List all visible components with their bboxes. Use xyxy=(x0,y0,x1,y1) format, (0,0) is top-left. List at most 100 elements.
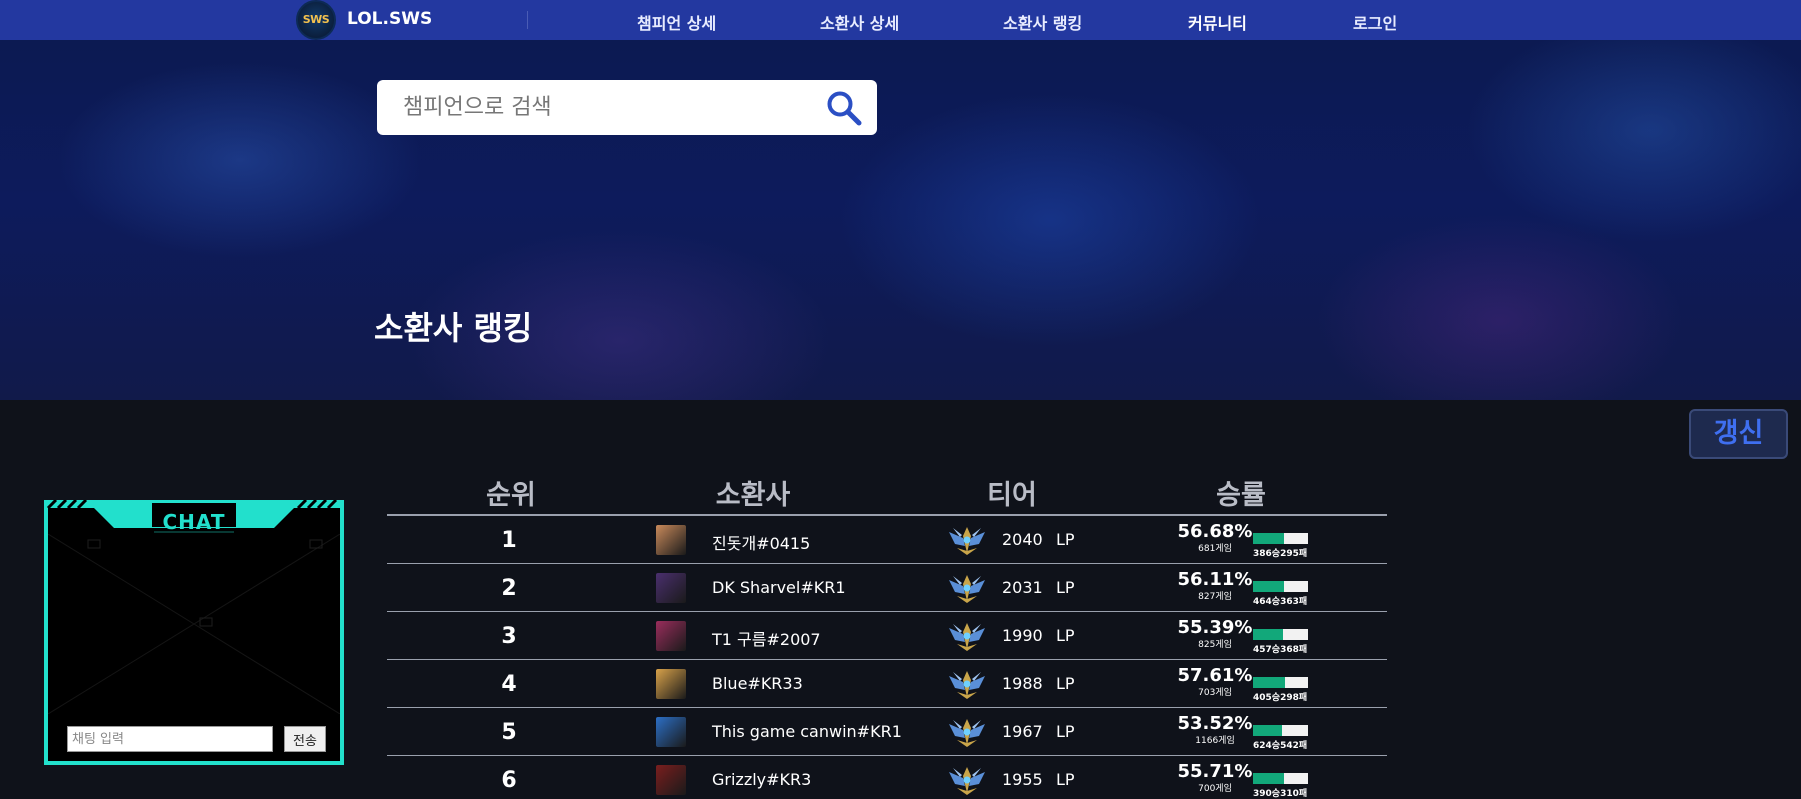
summoner-avatar[interactable] xyxy=(656,765,686,795)
games-played: 681게임 xyxy=(1198,544,1232,554)
winrate-bar-fill xyxy=(1253,533,1285,544)
winrate-block: 55.71% 700게임 xyxy=(1175,761,1255,795)
winrate-percent: 53.52% xyxy=(1177,713,1253,734)
winrate-bar xyxy=(1253,581,1308,592)
winrate-bar xyxy=(1253,629,1308,640)
winrate-bar xyxy=(1253,677,1308,688)
summoner-name[interactable]: This game canwin#KR1 xyxy=(712,722,902,741)
challenger-tier-icon xyxy=(949,767,985,795)
summoner-name[interactable]: DK Sharvel#KR1 xyxy=(712,578,846,597)
logo-icon[interactable]: SWS xyxy=(296,0,336,40)
nav-item-summoner-detail[interactable]: 소환사 상세 xyxy=(820,10,899,34)
winrate-bar-fill xyxy=(1253,725,1283,736)
lp-value: 1967 xyxy=(1002,722,1043,741)
win-loss-record: 457승368패 xyxy=(1253,645,1308,655)
games-played: 827게임 xyxy=(1198,592,1232,602)
winrate-block: 56.68% 681게임 xyxy=(1175,521,1255,555)
table-row[interactable]: 6 Grizzly#KR3 1955 LP 55.71% 700게임 390승3… xyxy=(387,756,1387,799)
winrate-percent: 56.11% xyxy=(1177,569,1253,590)
lp-value: 1988 xyxy=(1002,674,1043,693)
games-played: 703게임 xyxy=(1198,688,1232,698)
hero-banner: 소환사 랭킹 xyxy=(0,40,1801,400)
column-header-summoner: 소환사 xyxy=(715,480,791,511)
rank-number: 5 xyxy=(501,720,517,745)
winrate-percent: 56.68% xyxy=(1177,521,1253,542)
table-body: 1 진돗개#0415 2040 LP 56.68% 681게임 386승295패… xyxy=(387,516,1387,799)
summoner-avatar[interactable] xyxy=(656,717,686,747)
lp-unit: LP xyxy=(1056,674,1075,693)
rank-number: 2 xyxy=(501,576,517,601)
nav-item-champion-detail[interactable]: 챔피언 상세 xyxy=(637,10,716,34)
challenger-tier-icon xyxy=(949,527,985,555)
lp-unit: LP xyxy=(1056,578,1075,597)
winrate-percent: 55.39% xyxy=(1177,617,1253,638)
winrate-bar-fill xyxy=(1253,773,1284,784)
summoner-avatar[interactable] xyxy=(656,525,686,555)
table-header: 순위 소환사 티어 승률 xyxy=(387,465,1387,516)
search-box xyxy=(377,80,877,135)
win-loss-record: 386승295패 xyxy=(1253,549,1308,559)
chat-background-pattern xyxy=(48,534,340,714)
challenger-tier-icon xyxy=(949,575,985,603)
rank-number: 6 xyxy=(501,768,517,793)
lp-unit: LP xyxy=(1056,770,1075,789)
winrate-percent: 55.71% xyxy=(1177,761,1253,782)
winrate-block: 53.52% 1166게임 xyxy=(1175,713,1255,747)
summoner-avatar[interactable] xyxy=(656,621,686,651)
games-played: 700게임 xyxy=(1198,784,1232,794)
winrate-bar-fill xyxy=(1253,581,1284,592)
challenger-tier-icon xyxy=(949,671,985,699)
winrate-block: 56.11% 827게임 xyxy=(1175,569,1255,603)
table-row[interactable]: 2 DK Sharvel#KR1 2031 LP 56.11% 827게임 46… xyxy=(387,564,1387,612)
winrate-bar xyxy=(1253,725,1308,736)
summoner-name[interactable]: 진돗개#0415 xyxy=(712,530,810,554)
table-row[interactable]: 4 Blue#KR33 1988 LP 57.61% 703게임 405승298… xyxy=(387,660,1387,708)
chat-input[interactable] xyxy=(67,726,273,752)
ranking-table: 순위 소환사 티어 승률 1 진돗개#0415 2040 LP 56.68% 6… xyxy=(387,465,1387,799)
nav-divider xyxy=(527,11,528,29)
lp-value: 2031 xyxy=(1002,578,1043,597)
win-loss-record: 624승542패 xyxy=(1253,741,1308,751)
refresh-button[interactable]: 갱신 xyxy=(1689,409,1788,459)
search-input[interactable] xyxy=(403,92,803,122)
nav-item-login[interactable]: 로그인 xyxy=(1353,10,1397,34)
winrate-block: 55.39% 825게임 xyxy=(1175,617,1255,651)
winrate-bar-fill xyxy=(1253,629,1284,640)
games-played: 1166게임 xyxy=(1195,736,1235,746)
chat-title: CHAT xyxy=(162,510,226,534)
summoner-name[interactable]: Grizzly#KR3 xyxy=(712,770,811,789)
chat-panel: CHAT 전송 xyxy=(44,500,344,765)
winrate-bar xyxy=(1253,773,1308,784)
nav-item-community[interactable]: 커뮤니티 xyxy=(1188,10,1247,34)
table-row[interactable]: 1 진돗개#0415 2040 LP 56.68% 681게임 386승295패 xyxy=(387,516,1387,564)
lp-value: 1955 xyxy=(1002,770,1043,789)
top-nav: SWS LOL.SWS 챔피언 상세 소환사 상세 소환사 랭킹 커뮤니티 로그… xyxy=(0,0,1801,40)
challenger-tier-icon xyxy=(949,719,985,747)
column-header-winrate: 승률 xyxy=(1216,480,1266,511)
win-loss-record: 390승310패 xyxy=(1253,789,1308,799)
nav-item-summoner-ranking[interactable]: 소환사 랭킹 xyxy=(1003,10,1082,34)
winrate-bar-fill xyxy=(1253,677,1285,688)
rank-number: 3 xyxy=(501,624,517,649)
challenger-tier-icon xyxy=(949,623,985,651)
brand-name[interactable]: LOL.SWS xyxy=(347,9,432,29)
summoner-name[interactable]: T1 구름#2007 xyxy=(712,626,821,650)
summoner-avatar[interactable] xyxy=(656,573,686,603)
logo-text: SWS xyxy=(302,13,330,26)
page-title: 소환사 랭킹 xyxy=(374,309,533,347)
winrate-percent: 57.61% xyxy=(1177,665,1253,686)
rank-number: 4 xyxy=(501,672,517,697)
table-row[interactable]: 5 This game canwin#KR1 1967 LP 53.52% 11… xyxy=(387,708,1387,756)
rank-number: 1 xyxy=(501,528,517,553)
win-loss-record: 405승298패 xyxy=(1253,693,1308,703)
search-icon[interactable] xyxy=(824,88,864,128)
table-row[interactable]: 3 T1 구름#2007 1990 LP 55.39% 825게임 457승36… xyxy=(387,612,1387,660)
lp-unit: LP xyxy=(1056,626,1075,645)
chat-send-button[interactable]: 전송 xyxy=(284,726,326,752)
summoner-avatar[interactable] xyxy=(656,669,686,699)
lp-unit: LP xyxy=(1056,722,1075,741)
lp-value: 1990 xyxy=(1002,626,1043,645)
winrate-bar xyxy=(1253,533,1308,544)
summoner-name[interactable]: Blue#KR33 xyxy=(712,674,803,693)
games-played: 825게임 xyxy=(1198,640,1232,650)
